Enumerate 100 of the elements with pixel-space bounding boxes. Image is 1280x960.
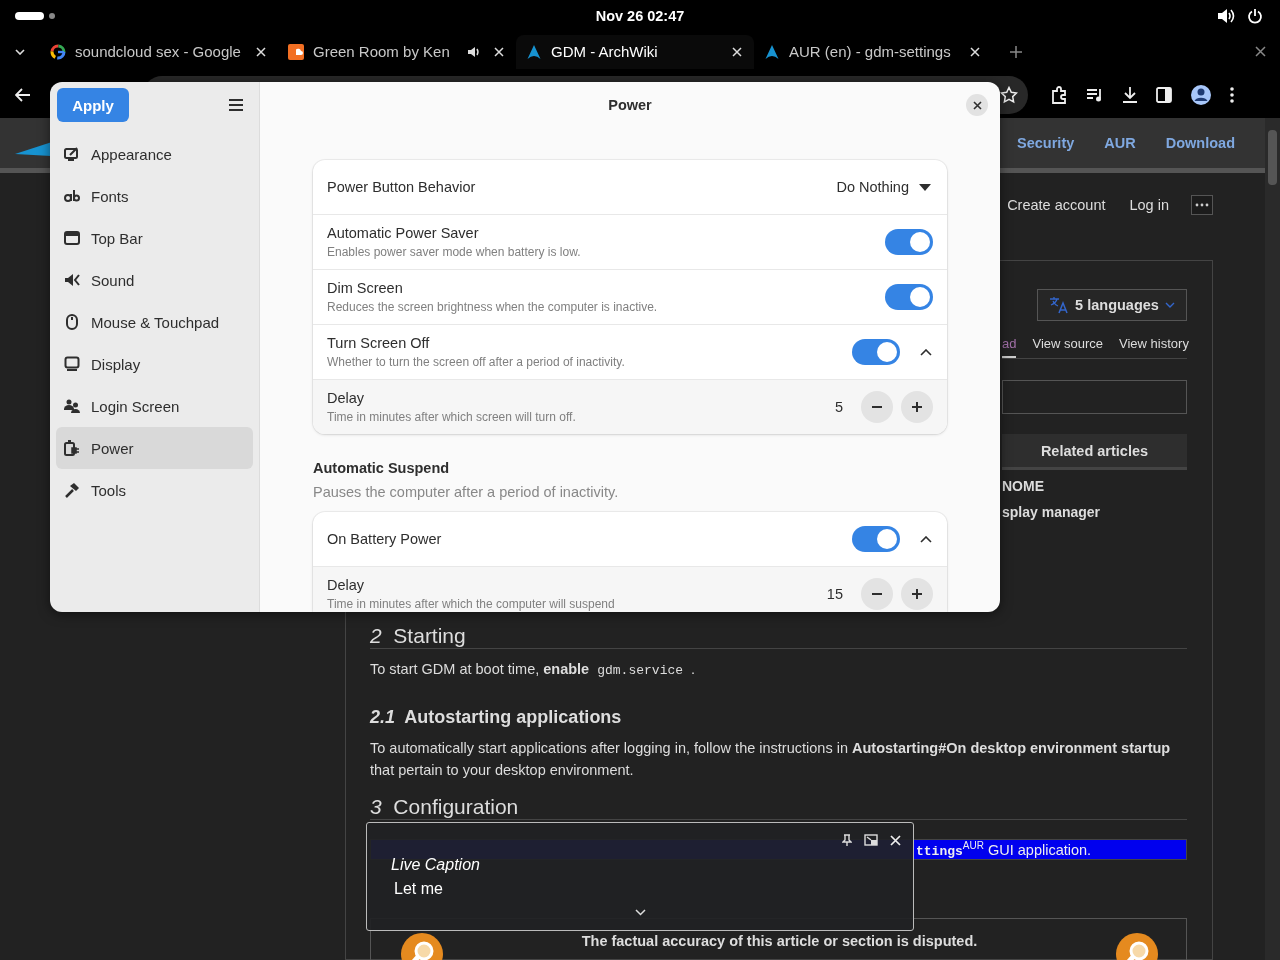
section-heading: 3 Configuration (370, 795, 1187, 820)
row-title: Power Button Behavior (327, 179, 476, 195)
ellipsis-icon (1195, 203, 1209, 208)
menu-icon[interactable] (1230, 87, 1234, 103)
row-subtitle: Enables power saver mode when battery is low. (327, 245, 581, 259)
warning-title: The factual accuracy of this article or section is disputed. (581, 932, 978, 949)
row-title: Delay (327, 577, 366, 593)
side-panel-icon[interactable] (1156, 87, 1172, 103)
paragraph: To automatically start applications after logging in, follow the instructions in Autostarting#On desktop environment startup that pertain to your desktop environment. (370, 739, 1172, 780)
nav-link[interactable]: Security (1017, 135, 1075, 152)
dropdown[interactable]: Do Nothing (836, 179, 933, 195)
window-title: Power (608, 97, 652, 113)
sidebar-item[interactable]: Sound (56, 259, 253, 301)
toggle-switch[interactable] (852, 339, 900, 365)
row-title: On Battery Power (327, 531, 442, 547)
row-title: Turn Screen Off (327, 335, 431, 351)
spin-value[interactable]: 5 (834, 399, 843, 415)
browser-tab[interactable]: GDM - ArchWiki (516, 34, 754, 69)
close-button[interactable] (966, 94, 988, 116)
tab-title: Green Room by Ken (313, 43, 451, 60)
chevron-up-icon[interactable] (920, 348, 932, 356)
menu-icon[interactable] (229, 99, 243, 111)
browser-tab[interactable]: AUR (en) - gdm-settings (754, 34, 992, 69)
speaker-icon[interactable] (467, 45, 481, 58)
sidebar-item[interactable]: Tools (56, 469, 253, 511)
related-link[interactable]: splay manager (1002, 502, 1187, 522)
apply-button[interactable]: Apply (57, 88, 129, 122)
spin-value[interactable]: 15 (826, 586, 843, 602)
toggle-switch[interactable] (885, 284, 933, 310)
avatar-icon[interactable] (1190, 84, 1212, 106)
page-tab[interactable]: View history (1119, 336, 1189, 358)
sidebar-item[interactable]: Power (56, 427, 253, 469)
nav-link[interactable]: AUR (1104, 135, 1136, 152)
group-title: Automatic Suspend (313, 460, 451, 476)
section-heading: 2 Starting (370, 624, 1187, 649)
article-link[interactable]: Autostarting#On desktop environment startup (852, 740, 1171, 756)
page-tab[interactable]: ad (1002, 336, 1017, 358)
note-text: ttings$^{AUR}$ GUI application. (916, 840, 1092, 859)
dropdown-icon[interactable] (15, 48, 25, 55)
nav-link[interactable]: Download (1165, 135, 1235, 152)
row-title: Delay (327, 390, 366, 406)
download-icon[interactable] (1122, 86, 1138, 104)
tab-title: soundcloud sex - Google (75, 43, 242, 60)
chevron-down-icon[interactable] (635, 909, 646, 916)
search-field[interactable] (1002, 380, 1187, 414)
sidebar-item[interactable]: Login Screen (56, 385, 253, 427)
sidebar-item[interactable]: Top Bar (56, 217, 253, 259)
increment-button[interactable] (901, 578, 933, 610)
section-heading: 2.1 Autostarting applications (370, 707, 623, 728)
hammer-icon (64, 482, 80, 498)
chevron-up-icon[interactable] (920, 535, 932, 543)
puzzle-icon[interactable] (1050, 86, 1068, 104)
translate-icon (1049, 296, 1070, 314)
caption-text: Let me (394, 880, 443, 898)
page-tab[interactable]: View source (1032, 336, 1104, 358)
row-subtitle: Whether to turn the screen off after a period of inactivity. (327, 355, 625, 369)
pin-icon[interactable] (842, 834, 852, 846)
cloud-logo-icon (288, 43, 304, 60)
chevron-down-icon (1164, 302, 1175, 308)
workspace-indicator[interactable] (15, 10, 55, 21)
caption-title: Live Caption (391, 856, 480, 874)
close-icon (972, 100, 982, 110)
media-queue-icon[interactable] (1086, 87, 1104, 103)
sidebar-item[interactable]: Appearance (56, 133, 253, 175)
triangle-logo-icon (764, 43, 780, 60)
related-articles-heading: Related articles (1002, 434, 1187, 470)
increment-button[interactable] (901, 391, 933, 423)
related-link[interactable]: NOME (1002, 476, 1187, 496)
new-tab-icon[interactable] (1010, 45, 1022, 58)
popout-icon[interactable] (864, 834, 878, 846)
sidebar-item[interactable]: Fonts (56, 175, 253, 217)
toggle-switch[interactable] (885, 229, 933, 255)
sidebar-item[interactable]: Mouse & Touchpad (56, 301, 253, 343)
scrollbar[interactable] (1265, 118, 1280, 960)
browser-tab[interactable]: Green Room by Ken (278, 34, 516, 69)
group-description: Pauses the computer after a period of inactivity. (313, 484, 620, 500)
scroll-thumb[interactable] (1268, 130, 1277, 185)
tab-title: GDM - ArchWiki (551, 43, 659, 60)
row-title: Automatic Power Saver (327, 225, 480, 241)
clock[interactable]: Nov 26 02:47 (575, 7, 705, 24)
row-subtitle: Time in minutes after which the computer will suspend (327, 597, 615, 611)
power-icon[interactable] (1247, 7, 1263, 24)
close-icon[interactable] (1255, 46, 1266, 57)
row-subtitle: Reduces the screen brightness when the computer is inactive. (327, 300, 658, 314)
tab-title: AUR (en) - gdm-settings (789, 43, 952, 60)
sidebar-item[interactable]: Display (56, 343, 253, 385)
toggle-switch[interactable] (852, 526, 900, 552)
row-subtitle: Time in minutes after which screen will turn off. (327, 410, 576, 424)
back-icon[interactable] (15, 88, 31, 102)
speaker-icon (64, 272, 80, 288)
paragraph: To start GDM at boot time, enable gdm.service . (370, 660, 697, 680)
star-icon[interactable] (1000, 86, 1018, 104)
google-logo-icon (50, 43, 66, 60)
browser-tab[interactable]: soundcloud sex - Google (40, 34, 278, 69)
people-icon (64, 398, 80, 414)
volume-icon[interactable] (1217, 7, 1235, 24)
user-link[interactable]: Create account (1007, 197, 1106, 214)
languages-button[interactable]: 5 languages (1037, 289, 1187, 321)
more-button[interactable] (1191, 195, 1213, 216)
user-link[interactable]: Log in (1129, 197, 1169, 214)
